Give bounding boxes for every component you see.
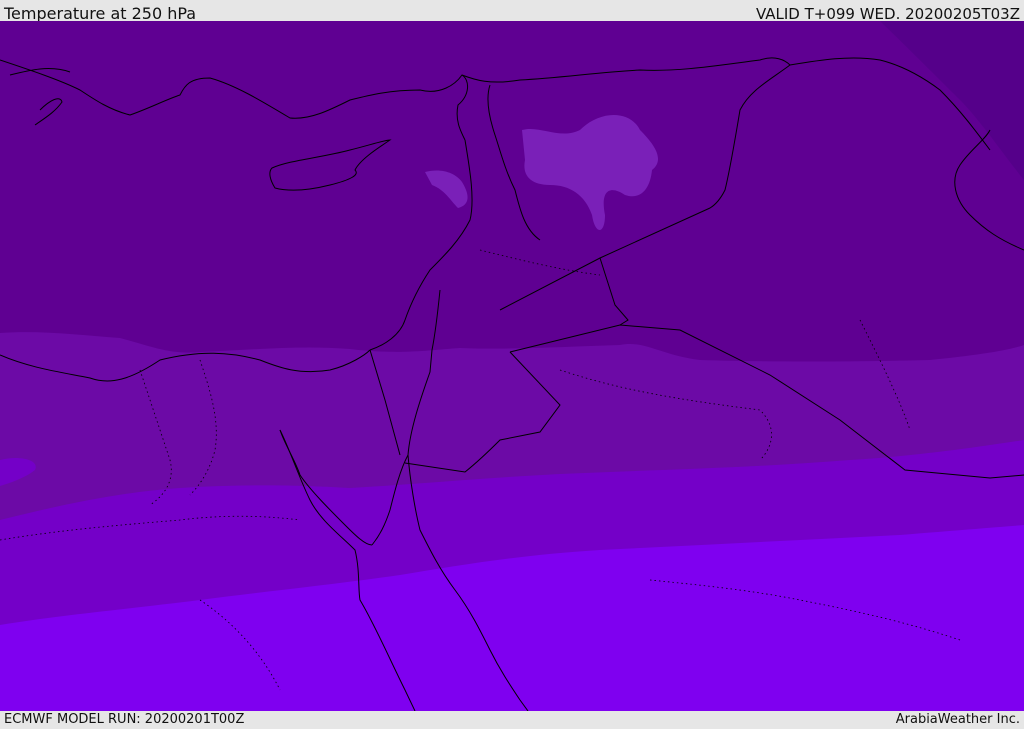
- map-area[interactable]: [0, 21, 1024, 711]
- header-bar: Temperature at 250 hPa VALID T+099 WED. …: [0, 0, 1024, 23]
- temperature-map: [0, 21, 1024, 711]
- credit-label: ArabiaWeather Inc.: [895, 712, 1020, 727]
- footer-bar: ECMWF MODEL RUN: 20200201T00Z ArabiaWeat…: [0, 711, 1024, 729]
- model-run-label: ECMWF MODEL RUN: 20200201T00Z: [4, 712, 245, 727]
